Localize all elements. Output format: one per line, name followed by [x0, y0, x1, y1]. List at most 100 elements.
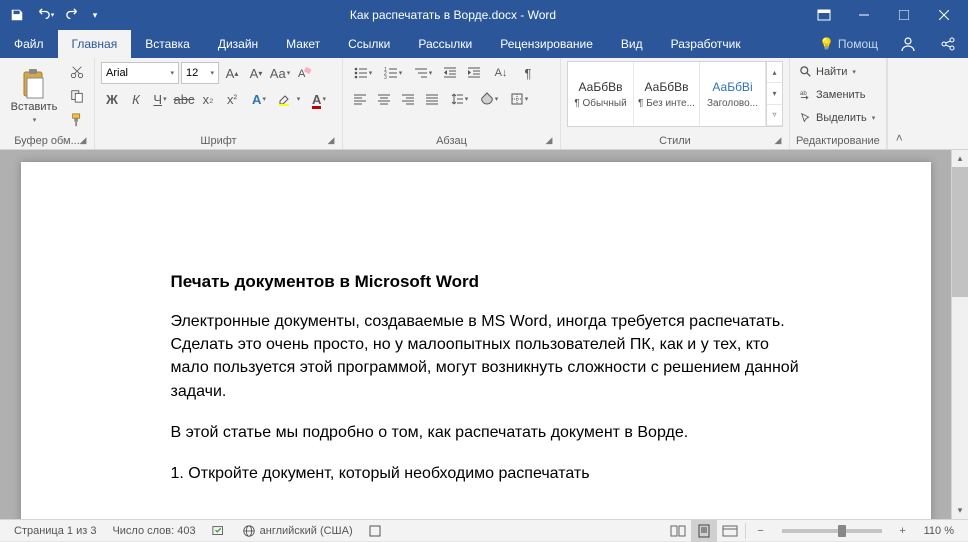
tab-home[interactable]: Главная — [58, 30, 132, 58]
font-name-combo[interactable]: Arial▾ — [101, 62, 179, 84]
vertical-scrollbar[interactable]: ▴ ▾ — [951, 150, 968, 519]
grow-font-button[interactable]: A▴ — [221, 62, 243, 84]
align-left-button[interactable] — [349, 88, 371, 110]
underline-button[interactable]: Ч▾ — [149, 88, 171, 110]
zoom-level[interactable]: 110 % — [916, 525, 962, 537]
tab-references[interactable]: Ссылки — [334, 30, 404, 58]
quick-access-toolbar: ▾ ▾ — [4, 2, 102, 28]
zoom-out-button[interactable]: − — [748, 520, 774, 542]
shading-button[interactable]: ▾ — [475, 88, 503, 110]
multilevel-list-button[interactable]: ▾ — [409, 62, 437, 84]
clipboard-launcher[interactable]: ◢ — [76, 133, 90, 147]
tab-insert[interactable]: Вставка — [131, 30, 204, 58]
tab-mailings[interactable]: Рассылки — [404, 30, 486, 58]
subscript-button[interactable]: x₂ — [197, 88, 219, 110]
status-spell-check[interactable] — [204, 520, 234, 541]
paragraph-launcher[interactable]: ◢ — [542, 133, 556, 147]
share-button[interactable] — [928, 36, 968, 52]
show-hide-button[interactable]: ¶ — [517, 62, 539, 84]
undo-button[interactable]: ▾ — [32, 2, 58, 28]
styles-scroll-down[interactable]: ▾ — [767, 83, 782, 104]
align-right-button[interactable] — [397, 88, 419, 110]
numbering-button[interactable]: 123▾ — [379, 62, 407, 84]
highlight-button[interactable]: ▾ — [275, 88, 303, 110]
collapse-ribbon-button[interactable]: ˄ — [887, 58, 911, 149]
zoom-in-button[interactable]: + — [890, 520, 916, 542]
page[interactable]: Печать документов в Microsoft Word Элект… — [21, 162, 931, 519]
qat-customize-button[interactable]: ▾ — [88, 2, 102, 28]
superscript-button[interactable]: x² — [221, 88, 243, 110]
font-launcher[interactable]: ◢ — [324, 133, 338, 147]
font-size-combo[interactable]: 12▾ — [181, 62, 219, 84]
scroll-thumb[interactable] — [952, 167, 968, 297]
scroll-down-button[interactable]: ▾ — [952, 502, 968, 519]
select-button[interactable]: Выделить ▾ — [796, 107, 879, 129]
format-painter-button[interactable] — [66, 109, 88, 131]
paste-button[interactable]: Вставить▾ — [6, 61, 62, 133]
save-button[interactable] — [4, 2, 30, 28]
clear-formatting-button[interactable]: A — [293, 62, 315, 84]
zoom-slider[interactable] — [782, 529, 882, 533]
tab-view[interactable]: Вид — [607, 30, 657, 58]
view-print-layout[interactable] — [691, 520, 717, 542]
strikethrough-button[interactable]: abc — [173, 88, 195, 110]
group-editing: Найти ▾ ab Заменить Выделить ▾ Редактиро… — [790, 58, 887, 149]
increase-indent-button[interactable] — [463, 62, 485, 84]
search-icon — [800, 66, 812, 78]
tab-design[interactable]: Дизайн — [204, 30, 272, 58]
tab-review[interactable]: Рецензирование — [486, 30, 607, 58]
tab-layout[interactable]: Макет — [272, 30, 334, 58]
bullets-button[interactable]: ▾ — [349, 62, 377, 84]
align-center-button[interactable] — [373, 88, 395, 110]
font-color-button[interactable]: A▾ — [305, 88, 333, 110]
shrink-font-button[interactable]: A▾ — [245, 62, 267, 84]
styles-expand[interactable]: ▿ — [767, 105, 782, 126]
ribbon-tabs: Файл Главная Вставка Дизайн Макет Ссылки… — [0, 30, 968, 58]
cut-button[interactable] — [66, 61, 88, 83]
sort-button[interactable]: А↓ — [487, 62, 515, 84]
maximize-button[interactable] — [884, 0, 924, 30]
ribbon-display-options-button[interactable] — [804, 0, 844, 30]
copy-button[interactable] — [66, 85, 88, 107]
window-controls — [844, 0, 964, 30]
bold-button[interactable]: Ж — [101, 88, 123, 110]
redo-button[interactable] — [60, 2, 86, 28]
scroll-up-button[interactable]: ▴ — [952, 150, 968, 167]
document-heading: Печать документов в Microsoft Word — [171, 272, 801, 292]
change-case-button[interactable]: Aa▾ — [269, 62, 291, 84]
status-word-count[interactable]: Число слов: 403 — [104, 520, 203, 541]
style-no-spacing[interactable]: АаБбВв ¶ Без инте... — [634, 62, 700, 126]
document-area: Печать документов в Microsoft Word Элект… — [0, 150, 968, 519]
tab-developer[interactable]: Разработчик — [657, 30, 755, 58]
tab-file[interactable]: Файл — [0, 30, 58, 58]
style-heading1[interactable]: АаБбВі Заголово... — [700, 62, 766, 126]
styles-scroll-up[interactable]: ▴ — [767, 62, 782, 83]
account-button[interactable] — [888, 36, 928, 52]
style-normal[interactable]: АаБбВв ¶ Обычный — [568, 62, 634, 126]
clipboard-icon — [21, 69, 47, 99]
replace-button[interactable]: ab Заменить — [796, 84, 879, 106]
zoom-slider-thumb[interactable] — [838, 525, 846, 537]
view-read-mode[interactable] — [665, 520, 691, 542]
minimize-button[interactable] — [844, 0, 884, 30]
tell-me-search[interactable]: 💡 Помощ — [809, 37, 888, 51]
document-viewport[interactable]: Печать документов в Microsoft Word Элект… — [0, 150, 951, 519]
title-bar: ▾ ▾ Как распечатать в Ворде.docx - Word — [0, 0, 968, 30]
status-language[interactable]: английский (США) — [234, 520, 361, 541]
document-title: Как распечатать в Ворде.docx - Word — [102, 8, 804, 22]
document-paragraph: Электронные документы, создаваемые в MS … — [171, 310, 801, 403]
decrease-indent-button[interactable] — [439, 62, 461, 84]
bulb-icon: 💡 — [819, 37, 834, 51]
status-page[interactable]: Страница 1 из 3 — [6, 520, 104, 541]
find-button[interactable]: Найти ▾ — [796, 61, 879, 83]
status-macro[interactable] — [361, 520, 389, 541]
text-effects-button[interactable]: A▾ — [245, 88, 273, 110]
styles-launcher[interactable]: ◢ — [771, 133, 785, 147]
view-web-layout[interactable] — [717, 520, 743, 542]
line-spacing-button[interactable]: ▾ — [445, 88, 473, 110]
justify-button[interactable] — [421, 88, 443, 110]
italic-button[interactable]: К — [125, 88, 147, 110]
borders-button[interactable]: ▾ — [505, 88, 533, 110]
group-label-editing: Редактирование — [796, 133, 880, 147]
close-button[interactable] — [924, 0, 964, 30]
